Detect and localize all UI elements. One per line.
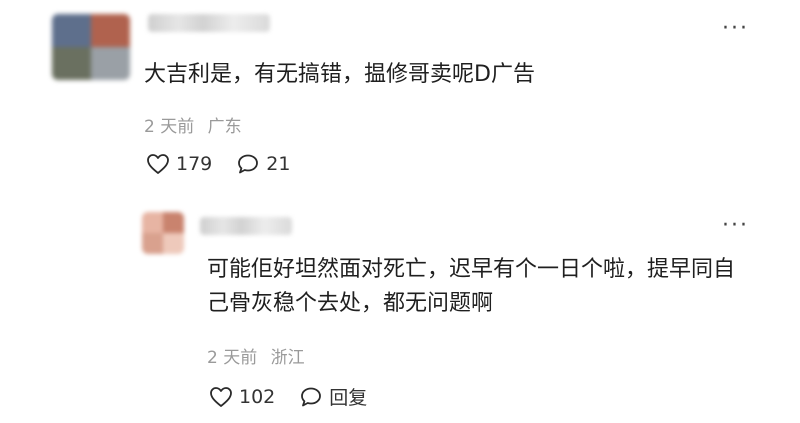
reply-label: 回复 xyxy=(329,387,368,409)
like-button[interactable]: 102 xyxy=(209,386,275,408)
like-count: 179 xyxy=(176,153,213,175)
like-button[interactable]: 179 xyxy=(146,153,212,175)
reply-count-button[interactable]: 21 xyxy=(236,153,290,175)
chat-bubble-outline-icon xyxy=(301,387,322,406)
more-options-icon[interactable]: ··· xyxy=(722,215,749,237)
comment-actions: 102 回复 xyxy=(209,383,391,410)
more-options-icon[interactable]: ··· xyxy=(722,18,749,40)
comment-text: 大吉利是，有无搞错，揾修哥卖呢D广告 xyxy=(144,62,535,87)
avatar[interactable] xyxy=(52,14,130,80)
heart-outline-icon xyxy=(210,386,232,407)
username-blurred[interactable] xyxy=(200,217,292,235)
comment-actions: 179 21 xyxy=(146,153,314,175)
reply-count: 21 xyxy=(266,153,291,175)
reply-item: ··· 可能佢好坦然面对死亡，迟早有个一日个啦，提早同自己骨灰稳个去处，都无问题… xyxy=(0,195,800,423)
comment-time: 2 天前 xyxy=(207,348,258,368)
chat-bubble-outline-icon xyxy=(238,154,259,174)
reply-button[interactable]: 回复 xyxy=(299,383,367,410)
like-count: 102 xyxy=(239,385,276,408)
avatar[interactable] xyxy=(142,212,184,254)
comment-text: 可能佢好坦然面对死亡，迟早有个一日个啦，提早同自己骨灰稳个去处，都无问题啊 xyxy=(207,257,736,316)
comment-meta: 2 天前 广东 xyxy=(144,112,242,137)
username-blurred[interactable] xyxy=(148,14,270,32)
comment-time: 2 天前 xyxy=(144,117,195,137)
comment-location: 浙江 xyxy=(270,348,305,368)
heart-outline-icon xyxy=(147,154,169,174)
comment-location: 广东 xyxy=(207,117,242,137)
comment-meta: 2 天前 浙江 xyxy=(207,343,305,368)
comment-item: ··· 大吉利是，有无搞错，揾修哥卖呢D广告 2 天前 广东 179 21 xyxy=(0,0,800,195)
